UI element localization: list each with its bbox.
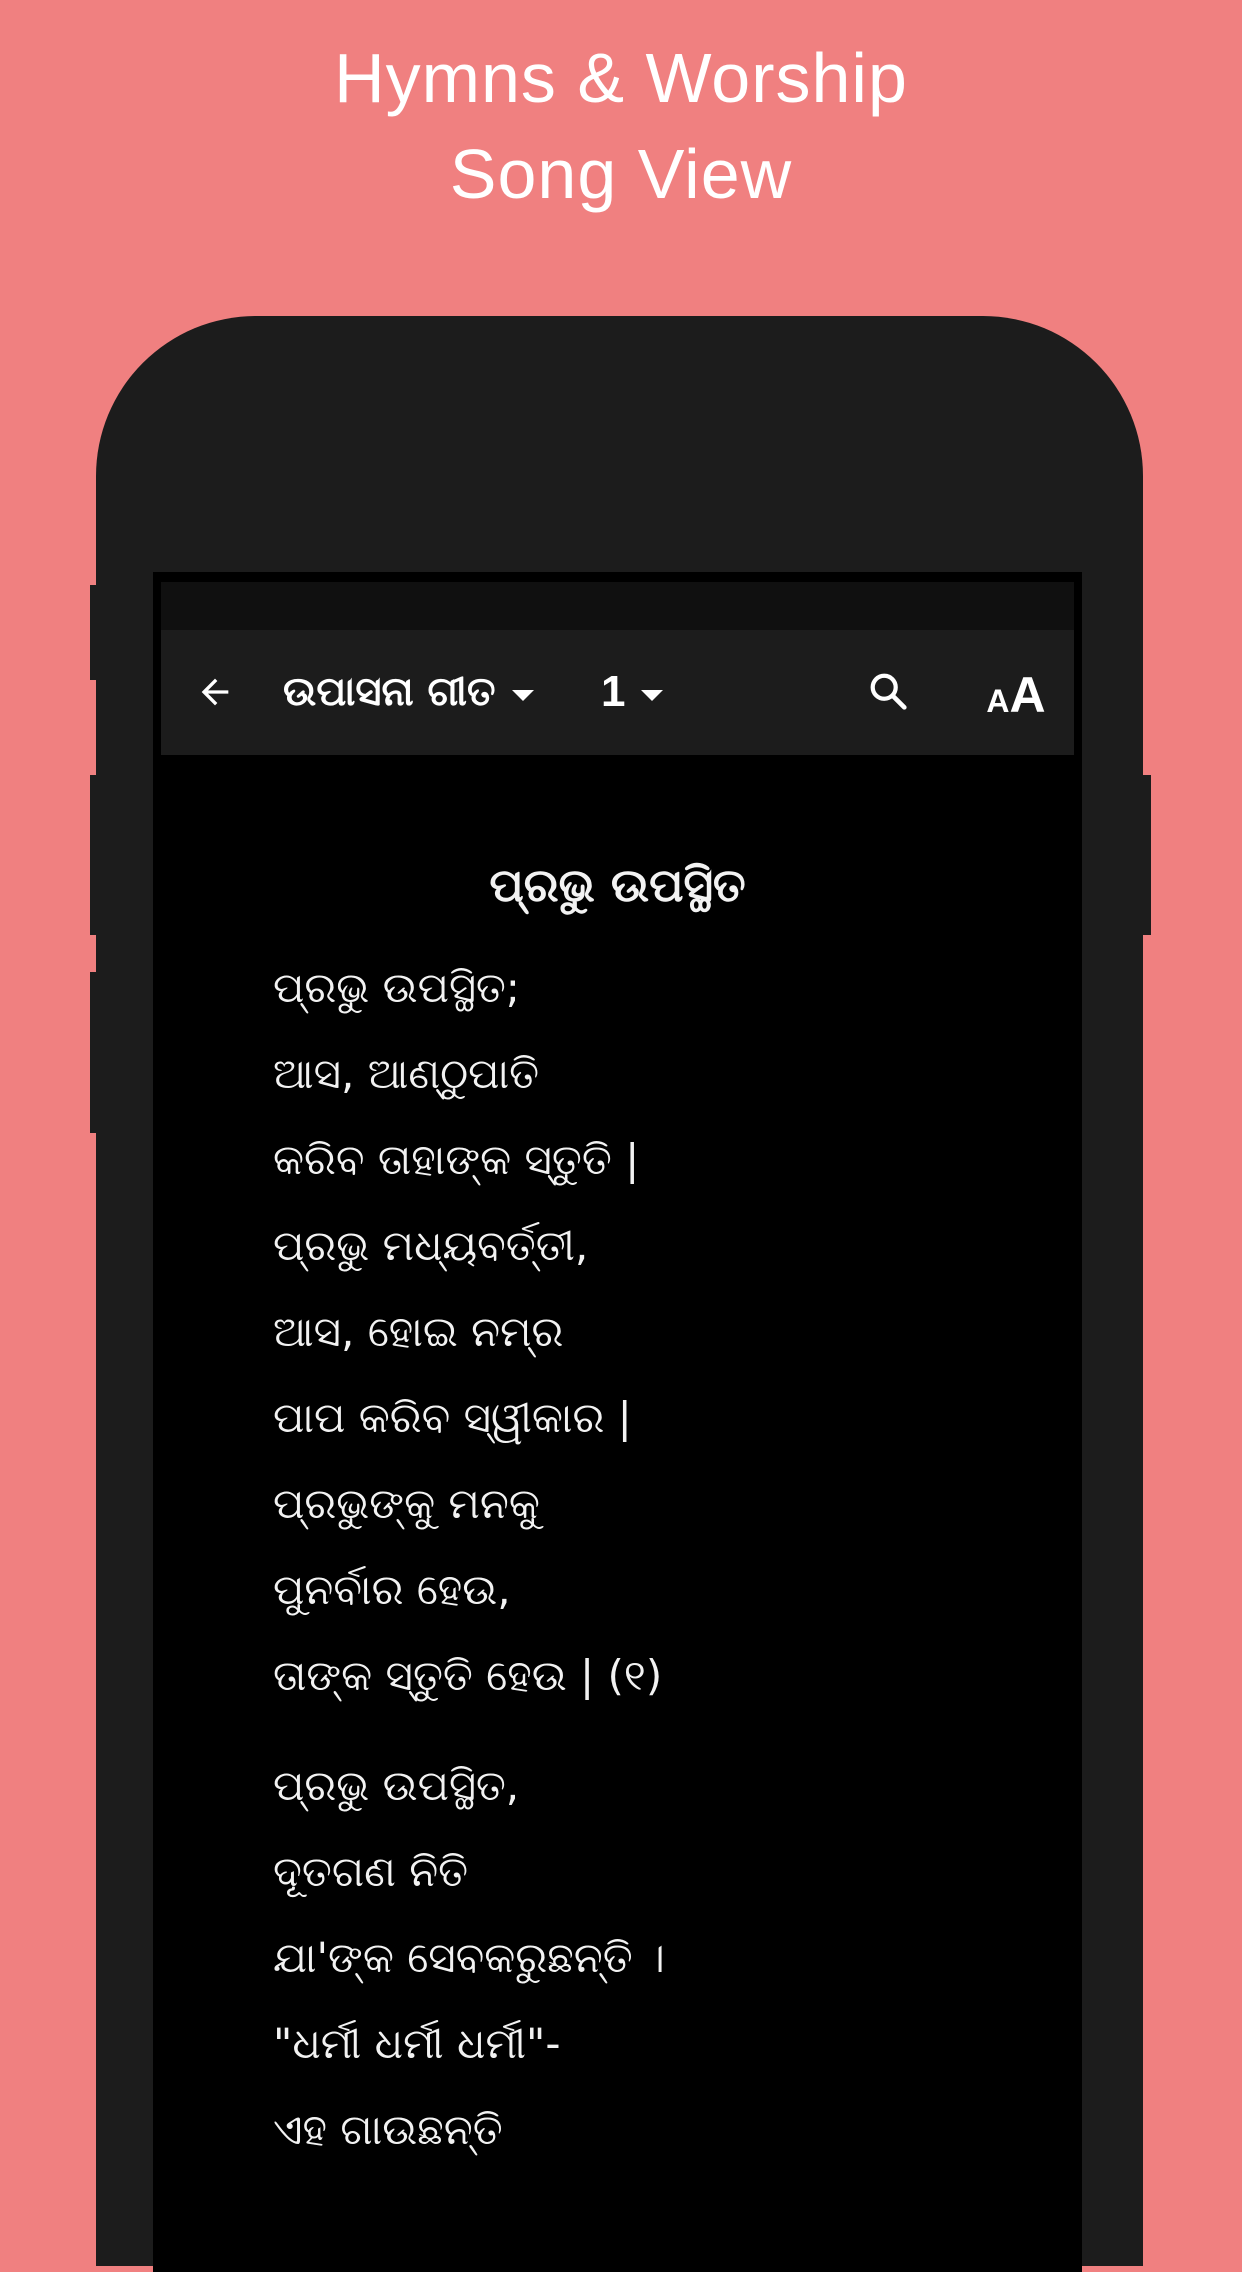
status-bar [161,582,1074,630]
lyric-line: ଏହ ଗାଉଛନ୍ତି [273,2105,503,2154]
phone-mute-switch [90,585,98,680]
app-toolbar: ଉପାସନା ଗୀତ 1 AA [161,630,1074,755]
lyric-line: ପ୍ରଭୁ ଉପସ୍ଥିତ, [273,1761,520,1810]
stanza: ପ୍ରଭୁ ଉପସ୍ଥିତ, ଦୂତଗଣ ନିତି ଯା'ଙ୍କ ସେବକରୁଛ… [273,1743,1033,2173]
font-size-button[interactable]: AA [981,660,1051,724]
lyric-line: ପ୍ରଭୁ ଉପସ୍ଥିତ; [273,963,520,1012]
lyric-line: କରିବ ତାହାଙ୍କ ସ୍ତୁତି | [273,1135,640,1184]
lyric-line: ପ୍ରଭୁ ମଧ୍ୟବର୍ତ୍ତୀ, [273,1221,589,1270]
lyric-line: "ଧର୍ମୀ ଧର୍ମୀ ଧର୍ମୀ"- [273,2019,561,2068]
search-icon [866,669,912,719]
song-lyrics: ପ୍ରଭୁ ଉପସ୍ଥିତ; ଆସ, ଆଣ୍ଠୁପାତି କରିବ ତାହାଙ୍… [273,945,1033,2197]
song-number-dropdown[interactable]: 1 [601,660,664,724]
lyric-line: ଆସ, ଆଣ୍ଠୁପାତି [273,1049,540,1098]
back-button[interactable] [191,670,239,718]
app-screen: ଉପାସନା ଗୀତ 1 AA ପ୍ରଭୁ ଉପସ୍ଥିତ ପ୍ରଭୁ ଉପସ୍… [153,572,1082,2272]
text-size-icon: AA [986,667,1046,723]
lyric-line: ପାପ କରିବ ସ୍ୱୀକାର | [273,1393,632,1442]
hymnbook-dropdown[interactable]: ଉପାସନା ଗୀତ [283,660,534,724]
lyric-line: ଦୂତଗଣ ନିତି [273,1847,469,1896]
search-button[interactable] [861,666,917,722]
lyric-line: ପ୍ରଭୁଙ୍କୁ ମନକୁ [273,1479,540,1528]
promo-title-line-1: Hymns & Worship [334,39,908,117]
caret-down-icon [511,689,534,701]
arrow-left-icon [195,672,235,716]
phone-power-button [1141,775,1151,935]
promo-heading: Hymns & Worship Song View [0,30,1242,222]
song-title: ପ୍ରଭୁ ଉପସ୍ଥିତ [489,858,746,912]
caret-down-icon [641,689,664,701]
lyric-line: ତାଙ୍କ ସ୍ତୁତି ହେଉ | (୧) [273,1651,663,1700]
promo-title-line-2: Song View [449,135,793,213]
hymnbook-dropdown-label: ଉପାସନା ଗୀତ [283,669,496,715]
phone-volume-down-button [90,972,98,1133]
lyric-line: ଆସ, ହୋଇ ନମ୍ର [273,1307,564,1356]
lyric-line: ପୁନର୍ବାର ହେଉ, [273,1565,511,1614]
song-number-label: 1 [601,667,626,716]
lyric-line: ଯା'ଙ୍କ ସେବକରୁଛନ୍ତି । [273,1933,665,1982]
stanza: ପ୍ରଭୁ ଉପସ୍ଥିତ; ଆସ, ଆଣ୍ଠୁପାତି କରିବ ତାହାଙ୍… [273,945,1033,1719]
phone-volume-up-button [90,775,98,935]
